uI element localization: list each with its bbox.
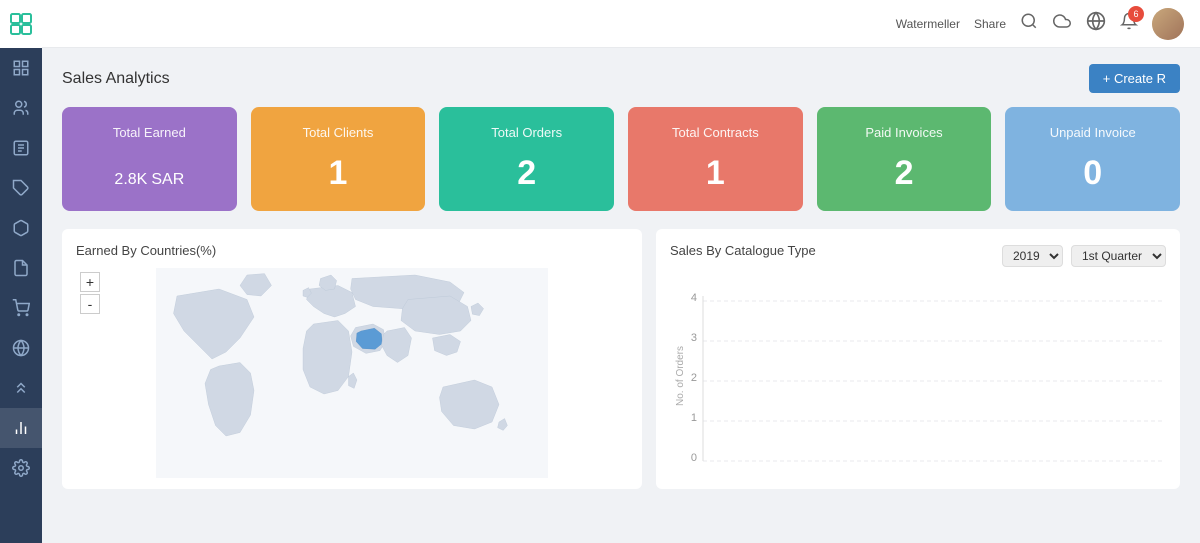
sidebar-item-products[interactable] — [0, 208, 42, 248]
search-icon[interactable] — [1020, 12, 1038, 35]
stat-card-total-orders[interactable]: Total Orders 2 — [439, 107, 614, 211]
chart-svg: 0 1 2 3 4 No. of Orders — [670, 276, 1166, 471]
stat-label-total-earned: Total Earned — [78, 125, 221, 140]
sidebar-item-catalog[interactable] — [0, 168, 42, 208]
chart-area: 0 1 2 3 4 No. of Orders — [670, 276, 1166, 476]
sidebar-logo[interactable] — [0, 0, 42, 48]
sidebar-item-globe[interactable] — [0, 328, 42, 368]
sidebar-item-home[interactable] — [0, 48, 42, 88]
notification-badge: 6 — [1128, 6, 1144, 22]
panels-row: Earned By Countries(%) + - — [62, 229, 1180, 489]
watermeller-label: Watermeller — [896, 17, 960, 31]
stat-card-total-earned[interactable]: Total Earned 2.8KSAR — [62, 107, 237, 211]
stat-value-total-contracts: 1 — [644, 154, 787, 193]
stat-card-total-contracts[interactable]: Total Contracts 1 — [628, 107, 803, 211]
chart-panel: Sales By Catalogue Type 2019 1st Quarter… — [656, 229, 1180, 489]
sidebar-item-settings[interactable] — [0, 448, 42, 488]
svg-text:0: 0 — [691, 452, 697, 464]
stat-value-paid-invoices: 2 — [833, 154, 976, 193]
stat-label-paid-invoices: Paid Invoices — [833, 125, 976, 140]
page-header: Sales Analytics + Create R — [62, 64, 1180, 93]
stat-label-unpaid-invoice: Unpaid Invoice — [1021, 125, 1164, 140]
sidebar-item-contacts[interactable] — [0, 88, 42, 128]
svg-text:No. of Orders: No. of Orders — [675, 346, 686, 406]
sidebar-item-handshake[interactable] — [0, 368, 42, 408]
world-map-svg — [76, 268, 628, 478]
map-area: + - — [76, 268, 628, 478]
topbar-actions: Watermeller Share 6 — [896, 8, 1184, 40]
main-content: Watermeller Share 6 Sales Analytics — [42, 0, 1200, 543]
chart-filter: 2019 1st Quarter — [1002, 245, 1166, 267]
sidebar-item-analytics[interactable] — [0, 408, 42, 448]
map-panel-title: Earned By Countries(%) — [76, 243, 628, 258]
map-zoom-out[interactable]: - — [80, 294, 100, 314]
content-area: Sales Analytics + Create R Total Earned … — [42, 48, 1200, 543]
stat-value-total-orders: 2 — [455, 154, 598, 193]
stat-label-total-orders: Total Orders — [455, 125, 598, 140]
topbar: Watermeller Share 6 — [42, 0, 1200, 48]
map-controls: + - — [80, 272, 100, 314]
stat-card-unpaid-invoice[interactable]: Unpaid Invoice 0 — [1005, 107, 1180, 211]
map-panel: Earned By Countries(%) + - — [62, 229, 642, 489]
quarter-select[interactable]: 1st Quarter — [1071, 245, 1166, 267]
globe-settings-icon[interactable] — [1086, 11, 1106, 36]
map-zoom-in[interactable]: + — [80, 272, 100, 292]
cloud-icon[interactable] — [1052, 12, 1072, 35]
stat-card-paid-invoices[interactable]: Paid Invoices 2 — [817, 107, 992, 211]
stat-suffix-total-earned: SAR — [151, 171, 184, 188]
notification-bell-icon[interactable]: 6 — [1120, 12, 1138, 35]
share-label[interactable]: Share — [974, 17, 1006, 31]
sidebar-item-reports[interactable] — [0, 128, 42, 168]
user-avatar[interactable] — [1152, 8, 1184, 40]
stats-row: Total Earned 2.8KSAR Total Clients 1 Tot… — [62, 107, 1180, 211]
sidebar — [0, 0, 42, 543]
chart-panel-title: Sales By Catalogue Type — [670, 243, 816, 258]
stat-label-total-contracts: Total Contracts — [644, 125, 787, 140]
year-select[interactable]: 2019 — [1002, 245, 1063, 267]
create-button[interactable]: + Create R — [1089, 64, 1180, 93]
stat-label-total-clients: Total Clients — [267, 125, 410, 140]
svg-text:4: 4 — [691, 292, 697, 304]
svg-text:2: 2 — [691, 372, 697, 384]
stat-value-unpaid-invoice: 0 — [1021, 154, 1164, 193]
svg-text:3: 3 — [691, 332, 697, 344]
sidebar-item-documents[interactable] — [0, 248, 42, 288]
stat-card-total-clients[interactable]: Total Clients 1 — [251, 107, 426, 211]
stat-value-total-earned: 2.8KSAR — [78, 154, 221, 193]
svg-text:1: 1 — [691, 412, 697, 424]
sidebar-item-orders[interactable] — [0, 288, 42, 328]
page-title: Sales Analytics — [62, 70, 170, 88]
stat-value-total-clients: 1 — [267, 154, 410, 193]
chart-header: Sales By Catalogue Type 2019 1st Quarter — [670, 243, 1166, 268]
